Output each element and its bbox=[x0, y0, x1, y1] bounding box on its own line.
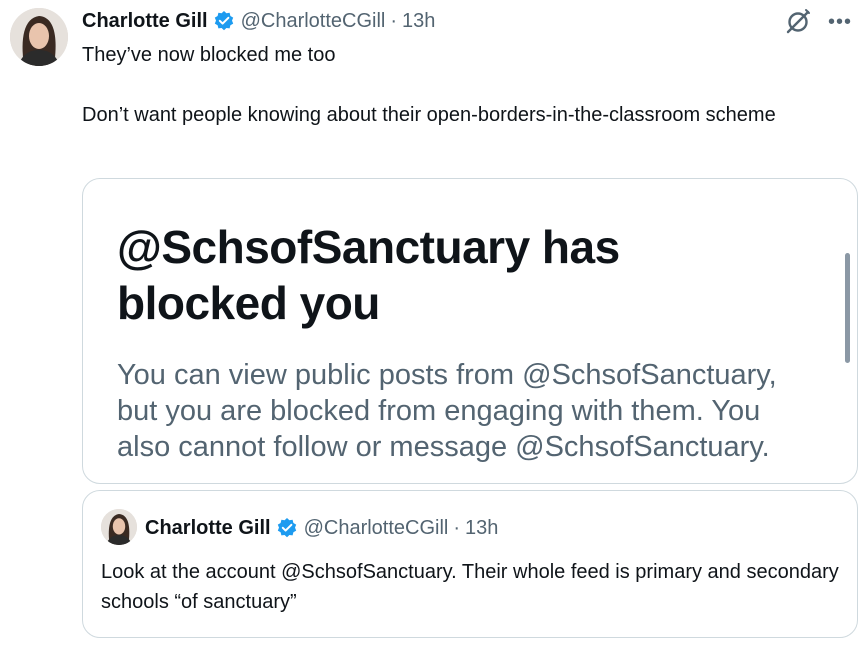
author-avatar[interactable] bbox=[10, 8, 68, 66]
tweet-time[interactable]: 13h bbox=[402, 10, 435, 33]
more-options-icon[interactable]: ••• bbox=[828, 12, 852, 32]
verified-badge-icon bbox=[276, 517, 298, 539]
tweet-text: They’ve now blocked me too Don’t want pe… bbox=[82, 40, 842, 130]
tweet-text-line-1: They’ve now blocked me too bbox=[82, 44, 336, 66]
quoted-tweet-header: Charlotte Gill @CharlotteCGill · 13h bbox=[145, 511, 498, 545]
author-name[interactable]: Charlotte Gill bbox=[82, 10, 208, 33]
tweet-actions-top: ••• bbox=[784, 8, 852, 36]
blocked-title: @SchsofSanctuary has blocked you bbox=[117, 221, 620, 329]
tweet-header: Charlotte Gill @CharlotteCGill · 13h bbox=[82, 6, 435, 36]
author-handle[interactable]: @CharlotteCGill bbox=[241, 10, 386, 33]
grok-icon[interactable] bbox=[784, 8, 812, 36]
quoted-author-handle[interactable]: @CharlotteCGill bbox=[304, 517, 449, 540]
quoted-tweet-card[interactable]: Charlotte Gill @CharlotteCGill · 13h Loo… bbox=[82, 490, 858, 638]
blocked-explanation: You can view public posts from @SchsofSa… bbox=[117, 359, 777, 463]
separator-dot: · bbox=[453, 516, 461, 539]
verified-badge-icon bbox=[213, 10, 235, 32]
scrollbar[interactable] bbox=[845, 253, 850, 363]
quoted-author-avatar[interactable] bbox=[101, 509, 137, 545]
quoted-author-name[interactable]: Charlotte Gill bbox=[145, 517, 271, 540]
separator-dot: · bbox=[390, 9, 398, 32]
tweet-text-line-2: Don’t want people knowing about their op… bbox=[82, 104, 776, 126]
attached-image-card[interactable]: @SchsofSanctuary has blocked you You can… bbox=[82, 178, 858, 484]
quoted-tweet-text: Look at the account @SchsofSanctuary. Th… bbox=[101, 561, 839, 613]
quoted-tweet-time[interactable]: 13h bbox=[465, 517, 498, 540]
